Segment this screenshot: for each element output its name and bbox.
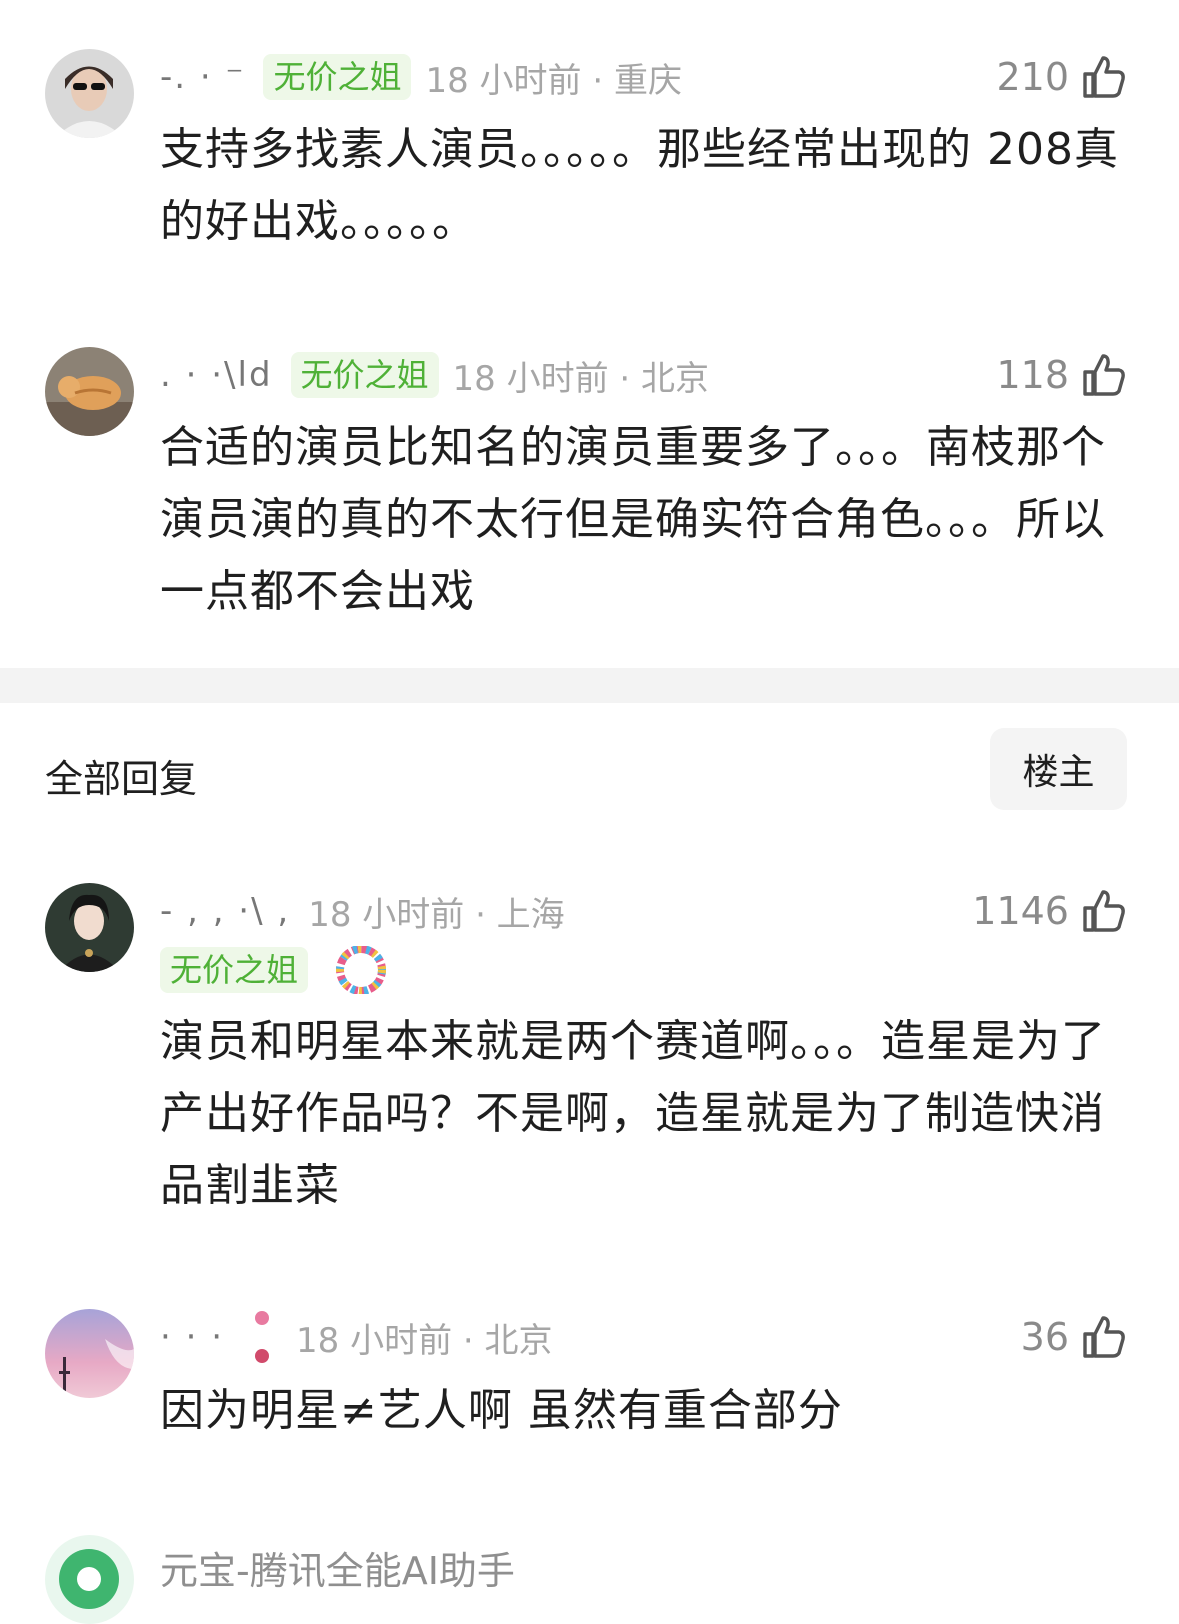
fan-badge[interactable]: 无价之姐 [263, 54, 412, 100]
like-count: 118 [996, 353, 1069, 397]
like-count: 210 [996, 55, 1069, 99]
like-button[interactable]: 1146 [972, 886, 1127, 936]
like-button[interactable]: 36 [1021, 1312, 1127, 1362]
username[interactable]: . · ·\ld [160, 355, 273, 395]
yuanbao-name[interactable]: 元宝-腾讯全能AI助手 [160, 1540, 515, 1595]
like-count: 36 [1020, 1315, 1069, 1359]
reply-meta: · · · 18 小时前 · 北京 [160, 1311, 553, 1363]
reply-meta: - , , ·\ , 18 小时前 · 上海 [160, 886, 565, 936]
owner-filter-button[interactable]: 楼主 [990, 728, 1127, 810]
avatar[interactable] [45, 883, 134, 972]
username[interactable]: · · · [160, 1317, 224, 1357]
medal-icon [336, 946, 387, 994]
yuanbao-avatar[interactable] [45, 1535, 134, 1624]
comment-text: 合适的演员比知名的演员重要多了。。。南枝那个演员演的真的不太行但是确实符合角色。… [160, 422, 1106, 617]
reply-text: 演员和明星本来就是两个赛道啊。。。造星是为了产出好作品吗？不是啊，造星就是为了制… [160, 1016, 1106, 1211]
medal-icon [255, 1311, 270, 1363]
badge-row: 无价之姐 [160, 946, 388, 994]
time-location: 18 小时前 · 上海 [308, 894, 565, 935]
section-divider [0, 668, 1179, 703]
reply-text: 因为明星≠艺人啊 虽然有重合部分 [160, 1385, 843, 1436]
time-location: 18 小时前 · 北京 [452, 358, 710, 399]
thumbs-up-icon [1083, 1316, 1125, 1358]
fan-badge[interactable]: 无价之姐 [160, 947, 309, 993]
all-replies-title: 全部回复 [45, 757, 198, 801]
like-button[interactable]: 210 [996, 52, 1127, 102]
comment-meta: . · ·\ld 无价之姐 18 小时前 · 北京 [160, 350, 709, 400]
avatar[interactable] [45, 347, 134, 436]
username[interactable]: -. · ⁻ [160, 57, 245, 97]
comment-meta: -. · ⁻ 无价之姐 18 小时前 · 重庆 [160, 52, 682, 102]
like-count: 1146 [972, 889, 1069, 933]
time-location: 18 小时前 · 北京 [296, 1320, 553, 1361]
avatar[interactable] [45, 1309, 134, 1398]
thumbs-up-icon [1083, 890, 1125, 932]
thumbs-up-icon [1083, 56, 1125, 98]
like-button[interactable]: 118 [996, 350, 1127, 400]
avatar[interactable] [45, 49, 134, 138]
thumbs-up-icon [1083, 354, 1125, 396]
time-location: 18 小时前 · 重庆 [425, 60, 682, 101]
username[interactable]: - , , ·\ , [160, 891, 290, 931]
comment-text: 支持多找素人演员。。。。。那些经常出现的 208真的好出戏。。。。。 [160, 124, 1119, 247]
fan-badge[interactable]: 无价之姐 [290, 352, 439, 398]
